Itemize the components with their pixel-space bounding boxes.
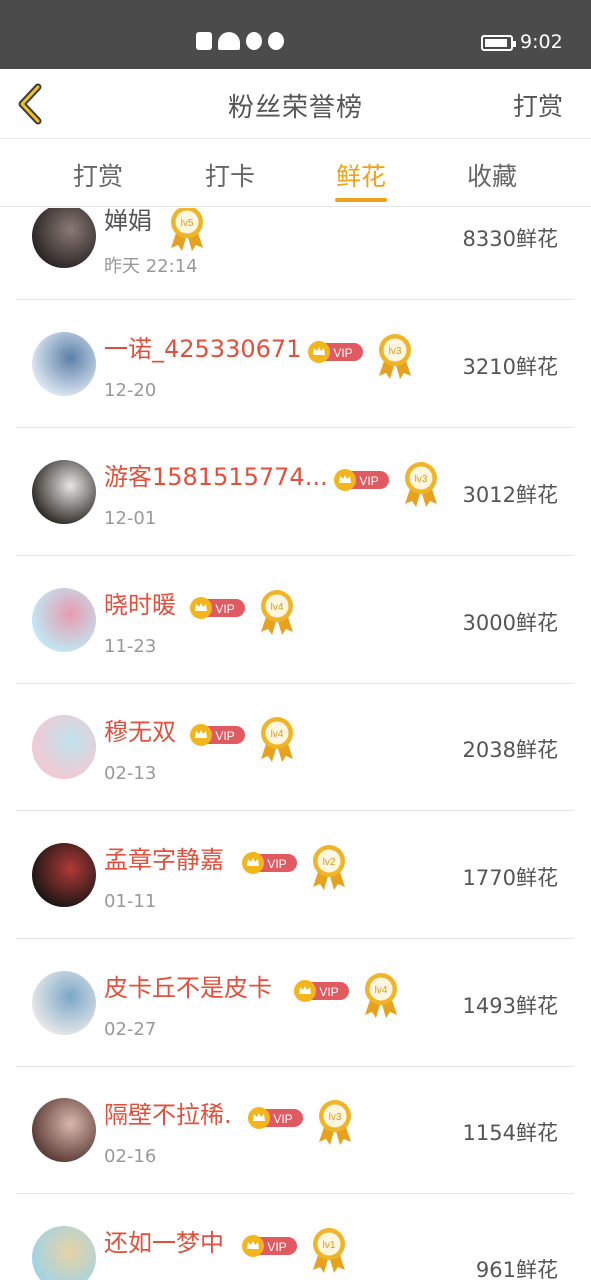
- status-icons: [196, 32, 284, 50]
- vip-label: VIP: [215, 602, 234, 616]
- vip-badge-icon: VIP: [190, 724, 245, 746]
- status-time: 9:02: [520, 31, 563, 53]
- level-label: lv4: [271, 602, 284, 613]
- tab-checkin[interactable]: 打卡: [190, 157, 270, 193]
- vip-badge-icon: VIP: [242, 852, 297, 874]
- fan-name: 晓时暖: [104, 591, 176, 619]
- tab-flowers[interactable]: 鲜花: [321, 157, 401, 193]
- fan-ranking-list[interactable]: 婵娟 lv5 昨天 22:14 8330鲜花一诺_425330671 VIP lv3 12-…: [0, 208, 591, 1280]
- fan-name: 皮卡丘不是皮卡: [104, 974, 272, 1002]
- level-label: lv1: [323, 1240, 336, 1251]
- vip-badge-icon: VIP: [248, 1107, 303, 1129]
- flower-count: 8330鲜花: [462, 227, 558, 251]
- fan-row[interactable]: 皮卡丘不是皮卡 VIP lv4 02-27 1493鲜花: [16, 939, 574, 1067]
- tab-tip[interactable]: 打赏: [58, 157, 138, 193]
- fan-row[interactable]: 一诺_425330671 VIP lv3 12-20 3210鲜花: [16, 300, 574, 428]
- flower-count: 3012鲜花: [462, 483, 558, 507]
- page-title: 粉丝荣誉榜: [227, 93, 363, 123]
- fan-row[interactable]: 孟章字静嘉 VIP lv2 01-11 1770鲜花: [16, 811, 574, 939]
- avatar[interactable]: [32, 588, 96, 652]
- fan-date: 02-27: [104, 1019, 157, 1040]
- status-bar: 9:02: [0, 0, 591, 69]
- vip-label: VIP: [319, 985, 338, 999]
- fan-name: 穆无双: [104, 718, 176, 746]
- avatar[interactable]: [32, 1098, 96, 1162]
- vip-badge-icon: VIP: [242, 1235, 297, 1257]
- level-label: lv5: [181, 218, 194, 229]
- level-medal-icon: lv4: [365, 973, 397, 1018]
- level-label: lv3: [415, 474, 428, 485]
- vip-label: VIP: [359, 474, 378, 488]
- tab-favorites[interactable]: 收藏: [452, 157, 532, 193]
- fan-row[interactable]: 还如一梦中 VIP lv1 961鲜花: [16, 1194, 574, 1280]
- fan-date: 02-16: [104, 1146, 157, 1167]
- fan-date: 12-01: [104, 508, 157, 529]
- vip-label: VIP: [215, 729, 234, 743]
- browser-icon: [246, 32, 262, 50]
- level-medal-icon: lv4: [261, 590, 293, 635]
- flower-count: 961鲜花: [475, 1258, 558, 1280]
- level-label: lv3: [389, 346, 402, 357]
- flower-count: 1770鲜花: [462, 866, 558, 890]
- avatar[interactable]: [32, 332, 96, 396]
- level-medal-icon: lv5: [171, 208, 203, 251]
- fan-name: 孟章字静嘉: [104, 846, 224, 874]
- tab-active-indicator: [335, 198, 387, 202]
- vip-badge-icon: VIP: [294, 980, 349, 1002]
- level-medal-icon: lv2: [313, 845, 345, 890]
- fan-name: 还如一梦中: [104, 1229, 224, 1257]
- chevron-left-icon: [18, 83, 42, 125]
- battery-icon: [481, 35, 516, 51]
- level-label: lv3: [329, 1112, 342, 1123]
- qq-icon: [268, 32, 284, 50]
- fan-date: 12-20: [104, 380, 157, 401]
- flower-count: 1154鲜花: [462, 1121, 558, 1145]
- level-label: lv2: [323, 857, 336, 868]
- vip-badge-icon: VIP: [190, 597, 245, 619]
- vip-badge-icon: VIP: [334, 469, 389, 491]
- vip-label: VIP: [267, 1240, 286, 1254]
- avatar[interactable]: [32, 971, 96, 1035]
- level-label: lv4: [375, 985, 388, 996]
- flower-count: 3210鲜花: [462, 355, 558, 379]
- level-medal-icon: lv3: [379, 334, 411, 379]
- vip-badge-icon: VIP: [308, 341, 363, 363]
- fan-row[interactable]: 晓时暖 VIP lv4 11-23 3000鲜花: [16, 556, 574, 684]
- fan-row[interactable]: 游客1581515774... VIP lv3 12-01 3012鲜花: [16, 428, 574, 556]
- fan-row[interactable]: 婵娟 lv5 昨天 22:14 8330鲜花: [16, 208, 574, 300]
- level-medal-icon: lv4: [261, 717, 293, 762]
- wifi-icon: [218, 32, 240, 50]
- fan-name: 一诺_425330671: [104, 335, 302, 363]
- tip-button[interactable]: 打赏: [513, 87, 563, 123]
- flower-count: 2038鲜花: [462, 738, 558, 762]
- flower-count: 3000鲜花: [462, 611, 558, 635]
- fan-name: 游客1581515774...: [104, 463, 328, 491]
- avatar[interactable]: [32, 715, 96, 779]
- level-medal-icon: lv3: [405, 462, 437, 507]
- fan-date: 昨天 22:14: [104, 256, 198, 277]
- tab-bar: 打赏 打卡 鲜花 收藏: [0, 139, 591, 207]
- sim-alert-icon: [196, 32, 212, 50]
- fan-name: 婵娟: [104, 208, 152, 235]
- fan-date: 11-23: [104, 636, 157, 657]
- flower-count: 1493鲜花: [462, 994, 558, 1018]
- vip-label: VIP: [267, 857, 286, 871]
- battery-level: [485, 39, 507, 47]
- avatar[interactable]: [32, 208, 96, 268]
- fan-row[interactable]: 隔壁不拉稀. VIP lv3 02-16 1154鲜花: [16, 1066, 574, 1194]
- avatar[interactable]: [32, 843, 96, 907]
- level-label: lv4: [271, 729, 284, 740]
- fan-date: 02-13: [104, 763, 157, 784]
- title-bar: 粉丝荣誉榜 打赏: [0, 69, 591, 139]
- level-medal-icon: lv3: [319, 1100, 351, 1145]
- avatar[interactable]: [32, 1226, 96, 1280]
- fan-row[interactable]: 穆无双 VIP lv4 02-13 2038鲜花: [16, 683, 574, 811]
- level-medal-icon: lv1: [313, 1228, 345, 1273]
- vip-label: VIP: [273, 1112, 292, 1126]
- avatar[interactable]: [32, 460, 96, 524]
- back-button[interactable]: [12, 81, 52, 127]
- fan-name: 隔壁不拉稀.: [104, 1101, 232, 1129]
- vip-label: VIP: [333, 346, 352, 360]
- fan-date: 01-11: [104, 891, 157, 912]
